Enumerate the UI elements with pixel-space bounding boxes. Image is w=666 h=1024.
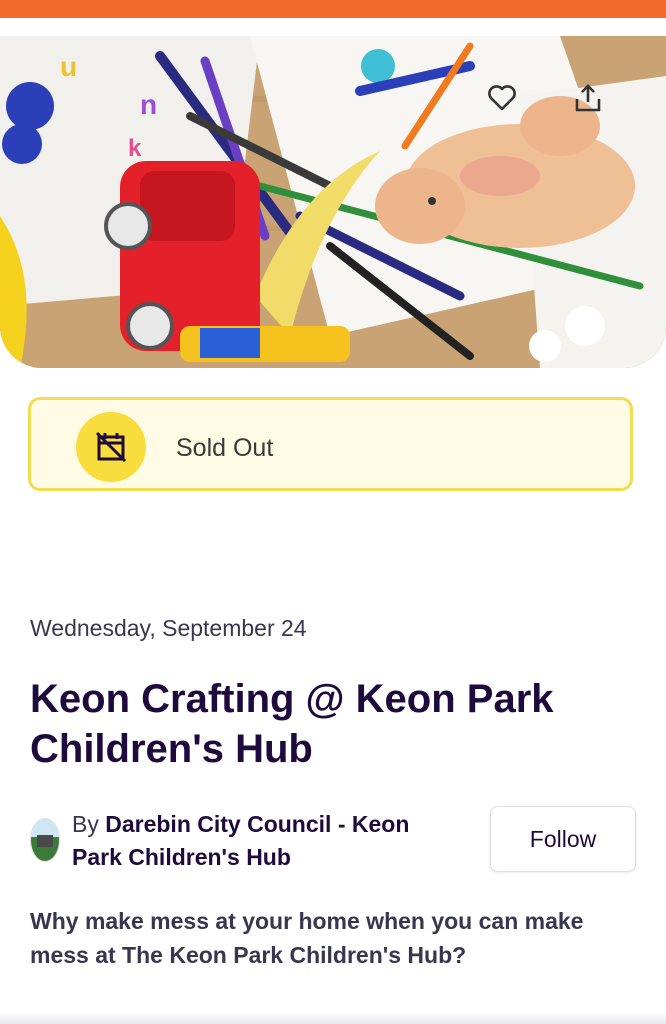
follow-button[interactable]: Follow [490, 806, 636, 872]
heart-outline-icon[interactable] [484, 80, 520, 116]
calendar-cancel-icon [76, 412, 146, 482]
organizer-name-link[interactable]: Darebin City Council - Keon Park Childre… [72, 811, 409, 870]
share-upload-icon[interactable] [570, 80, 606, 116]
event-summary: Why make mess at your home when you can … [30, 908, 584, 968]
status-label: Sold Out [176, 434, 274, 462]
brand-top-bar [0, 0, 666, 18]
svg-text:u: u [60, 51, 77, 82]
organizer-info: By Darebin City Council - Keon Park Chil… [72, 808, 462, 874]
sold-out-banner: Sold Out [28, 397, 633, 491]
svg-text:n: n [140, 89, 157, 120]
event-hero-image: u n k [0, 36, 666, 368]
svg-text:k: k [128, 135, 142, 162]
event-date: Wednesday, September 24 [30, 615, 307, 641]
organizer-prefix: By [72, 811, 99, 837]
bottom-bar-shadow [0, 1012, 666, 1024]
organizer-avatar[interactable] [30, 818, 60, 862]
event-title: Keon Crafting @ Keon Park Children's Hub [30, 677, 554, 771]
